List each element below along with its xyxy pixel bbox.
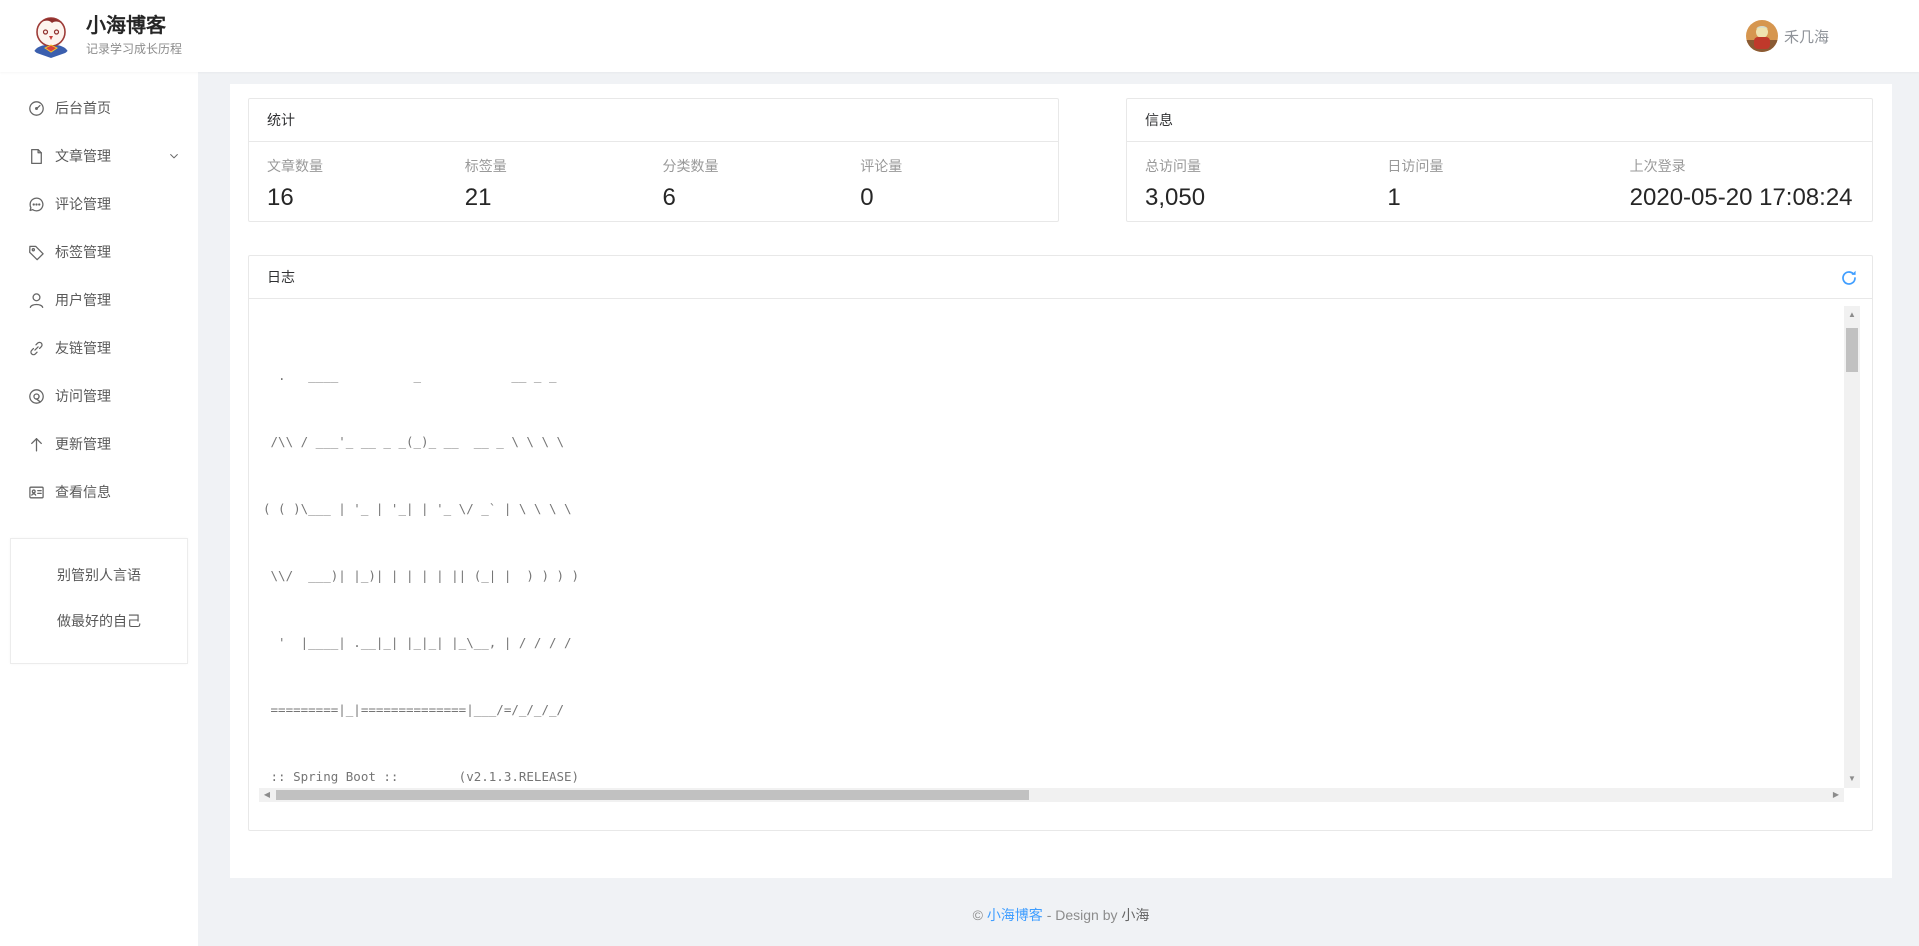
stat-value: 21 bbox=[465, 184, 663, 212]
compass-icon bbox=[28, 388, 45, 405]
stat-label: 评论量 bbox=[860, 156, 1058, 176]
dashboard-icon bbox=[28, 100, 45, 117]
link-icon bbox=[28, 340, 45, 357]
sidebar-item-label: 用户管理 bbox=[55, 290, 111, 310]
log-card: 日志 . ____ _ __ _ _ /\\ / ___'_ __ _ _(_)… bbox=[248, 255, 1873, 831]
stat-tags: 标签量 21 bbox=[465, 156, 663, 212]
stat-label: 分类数量 bbox=[663, 156, 861, 176]
sidebar-item-tags[interactable]: 标签管理 bbox=[0, 228, 198, 276]
sidebar-item-articles[interactable]: 文章管理 bbox=[0, 132, 198, 180]
sidebar-item-view-info[interactable]: 查看信息 bbox=[0, 468, 198, 516]
stats-card-title: 统计 bbox=[249, 99, 1058, 142]
main-content: 统计 文章数量 16 标签量 21 分类数量 6 评论量 0 信息 总访问量 bbox=[230, 84, 1892, 878]
username[interactable]: 禾几海 bbox=[1784, 26, 1829, 47]
stat-categories: 分类数量 6 bbox=[663, 156, 861, 212]
footer-author: 小海 bbox=[1121, 907, 1149, 923]
info-card: 信息 总访问量 3,050 日访问量 1 上次登录 2020-05-20 17:… bbox=[1126, 98, 1873, 222]
sidebar-item-label: 评论管理 bbox=[55, 194, 111, 214]
quote-line-1: 别管别人言语 bbox=[11, 567, 187, 583]
logo-avatar bbox=[28, 12, 74, 58]
stat-label: 标签量 bbox=[465, 156, 663, 176]
banner-line: ( ( )\___ | '_ | '_| | '_ \/ _` | \ \ \ … bbox=[263, 498, 1844, 520]
sidebar-item-label: 查看信息 bbox=[55, 482, 111, 502]
stats-card: 统计 文章数量 16 标签量 21 分类数量 6 评论量 0 bbox=[248, 98, 1059, 222]
footer-brand-link[interactable]: 小海博客 bbox=[987, 907, 1043, 923]
banner-line: ' |____| .__|_| |_|_| |_\__, | / / / / bbox=[263, 632, 1844, 654]
site-subtitle: 记录学习成长历程 bbox=[86, 40, 182, 57]
stat-value: 0 bbox=[860, 184, 1058, 212]
banner-line: \\/ ___)| |_)| | | | | || (_| | ) ) ) ) bbox=[263, 565, 1844, 587]
info-total-visits: 总访问量 3,050 bbox=[1145, 156, 1387, 212]
user-menu[interactable]: 禾几海 bbox=[1746, 20, 1829, 52]
stat-articles: 文章数量 16 bbox=[267, 156, 465, 212]
refresh-icon[interactable] bbox=[1840, 269, 1858, 287]
stat-label: 上次登录 bbox=[1630, 156, 1872, 176]
log-viewport[interactable]: . ____ _ __ _ _ /\\ / ___'_ __ _ _(_)_ _… bbox=[259, 306, 1860, 802]
sidebar-item-comments[interactable]: 评论管理 bbox=[0, 180, 198, 228]
banner-line: =========|_|==============|___/=/_/_/_/ bbox=[263, 699, 1844, 721]
sidebar: 后台首页 文章管理 评论管理 标签管理 bbox=[0, 72, 198, 946]
footer: © 小海博客 - Design by 小海 bbox=[230, 905, 1892, 925]
stat-label: 日访问量 bbox=[1387, 156, 1629, 176]
user-icon bbox=[28, 292, 45, 309]
sidebar-item-label: 访问管理 bbox=[55, 386, 111, 406]
chevron-down-icon bbox=[168, 150, 180, 162]
scroll-down-arrow[interactable]: ▼ bbox=[1844, 772, 1860, 786]
quote-line-2: 做最好的自己 bbox=[11, 613, 187, 629]
stat-value: 6 bbox=[663, 184, 861, 212]
stat-label: 总访问量 bbox=[1145, 156, 1387, 176]
app-header: 小海博客 记录学习成长历程 禾几海 bbox=[0, 0, 1919, 72]
sidebar-item-label: 标签管理 bbox=[55, 242, 111, 262]
stat-value: 2020-05-20 17:08:24 bbox=[1630, 184, 1872, 212]
arrow-up-icon bbox=[28, 436, 45, 453]
banner-line: :: Spring Boot :: (v2.1.3.RELEASE) bbox=[263, 766, 1844, 788]
info-daily-visits: 日访问量 1 bbox=[1387, 156, 1629, 212]
scroll-up-arrow[interactable]: ▲ bbox=[1844, 308, 1860, 322]
user-avatar[interactable] bbox=[1746, 20, 1778, 52]
sidebar-item-label: 友链管理 bbox=[55, 338, 111, 358]
vertical-scrollbar[interactable]: ▲ ▼ bbox=[1844, 306, 1860, 788]
vertical-scroll-thumb[interactable] bbox=[1846, 328, 1858, 372]
sidebar-item-users[interactable]: 用户管理 bbox=[0, 276, 198, 324]
site-title: 小海博客 bbox=[86, 14, 182, 38]
stat-value: 16 bbox=[267, 184, 465, 212]
sidebar-menu: 后台首页 文章管理 评论管理 标签管理 bbox=[0, 72, 198, 516]
sidebar-item-label: 文章管理 bbox=[55, 146, 111, 166]
comment-icon bbox=[28, 196, 45, 213]
brand: 小海博客 记录学习成长历程 bbox=[28, 12, 182, 58]
sidebar-quote: 别管别人言语 做最好的自己 bbox=[10, 538, 188, 664]
scroll-right-arrow[interactable]: ▶ bbox=[1828, 788, 1844, 802]
stat-comments: 评论量 0 bbox=[860, 156, 1058, 212]
id-card-icon bbox=[28, 484, 45, 501]
info-last-login: 上次登录 2020-05-20 17:08:24 bbox=[1630, 156, 1872, 212]
info-card-title: 信息 bbox=[1127, 99, 1872, 142]
sidebar-item-label: 后台首页 bbox=[55, 98, 111, 118]
document-icon bbox=[28, 148, 45, 165]
sidebar-item-updates[interactable]: 更新管理 bbox=[0, 420, 198, 468]
stat-label: 文章数量 bbox=[267, 156, 465, 176]
sidebar-item-links[interactable]: 友链管理 bbox=[0, 324, 198, 372]
banner-line: . ____ _ __ _ _ bbox=[263, 365, 1844, 387]
stat-value: 3,050 bbox=[1145, 184, 1387, 212]
copyright-symbol: © bbox=[973, 907, 983, 923]
log-output: . ____ _ __ _ _ /\\ / ___'_ __ _ _(_)_ _… bbox=[263, 320, 1844, 788]
scroll-left-arrow[interactable]: ◀ bbox=[259, 788, 275, 802]
sidebar-item-dashboard[interactable]: 后台首页 bbox=[0, 84, 198, 132]
stat-value: 1 bbox=[1387, 184, 1629, 212]
horizontal-scroll-thumb[interactable] bbox=[276, 790, 1029, 800]
horizontal-scrollbar[interactable]: ◀ ▶ bbox=[259, 788, 1844, 802]
tag-icon bbox=[28, 244, 45, 261]
footer-middle-text: - Design by bbox=[1047, 907, 1118, 923]
sidebar-item-label: 更新管理 bbox=[55, 434, 111, 454]
banner-line: /\\ / ___'_ __ _ _(_)_ __ __ _ \ \ \ \ bbox=[263, 431, 1844, 453]
log-card-title: 日志 bbox=[267, 269, 295, 285]
sidebar-item-visits[interactable]: 访问管理 bbox=[0, 372, 198, 420]
